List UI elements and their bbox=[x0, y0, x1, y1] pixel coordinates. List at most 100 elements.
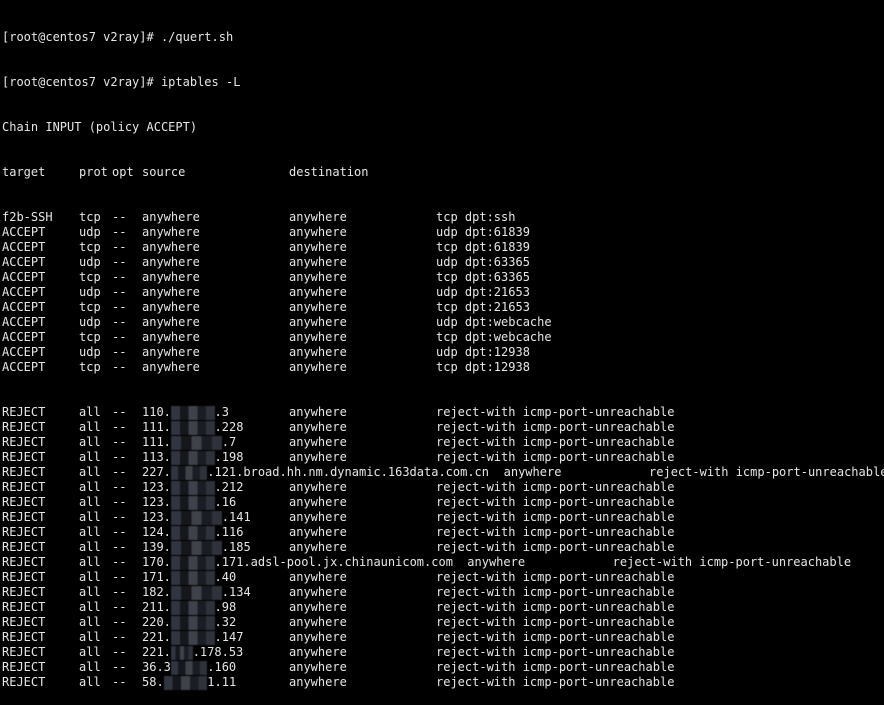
rule-destination: anywhere bbox=[289, 315, 347, 329]
rule-opt: -- bbox=[112, 405, 127, 419]
rule-row: REJECT all -- 220. .32 anywhere reject-with ic… bbox=[2, 615, 884, 630]
source-suffix: .185 bbox=[221, 540, 251, 554]
terminal-window[interactable]: [root@centos7 v2ray]# ./quert.sh [root@c… bbox=[2, 0, 884, 690]
reject-rules-list: REJECT all -- 110. .3 anywhere reject-with icm… bbox=[2, 405, 884, 690]
redacted-ip-mosaic bbox=[170, 466, 208, 480]
rule-extra: udp dpt:21653 bbox=[436, 285, 530, 299]
rule-prot: all bbox=[79, 630, 101, 644]
rule-target: ACCEPT bbox=[2, 360, 46, 374]
rule-source: 113. .198 bbox=[142, 450, 243, 465]
rule-opt: -- bbox=[112, 480, 127, 494]
rule-destination: anywhere bbox=[289, 405, 347, 419]
rule-row: ACCEPT udp -- anywhere anywhere udp dpt:21653 bbox=[2, 285, 884, 300]
rule-extra: reject-with icmp-port-unreachable bbox=[436, 525, 675, 539]
rule-source: anywhere bbox=[142, 285, 200, 299]
rule-prot: udp bbox=[79, 285, 101, 299]
rule-destination: anywhere bbox=[289, 540, 347, 554]
rule-source: anywhere bbox=[142, 315, 200, 329]
source-suffix: .3 bbox=[214, 405, 229, 419]
rule-prot: all bbox=[79, 495, 101, 509]
rule-target: REJECT bbox=[2, 585, 46, 599]
rule-extra: reject-with icmp-port-unreachable bbox=[436, 420, 675, 434]
rule-target: REJECT bbox=[2, 540, 46, 554]
rule-extra: reject-with icmp-port-unreachable bbox=[436, 480, 675, 494]
rule-row: REJECT all -- 123. .212 anywhere reject-with i… bbox=[2, 480, 884, 495]
redacted-ip-mosaic bbox=[163, 676, 208, 690]
rule-row: REJECT all -- 170. .171.adsl-pool.jx.chinaun… bbox=[2, 555, 884, 570]
rule-target: REJECT bbox=[2, 480, 46, 494]
column-header-row: target prot opt source destination bbox=[2, 165, 884, 180]
rule-row: ACCEPT udp -- anywhere anywhere udp dpt:61839 bbox=[2, 225, 884, 240]
rule-row: ACCEPT tcp -- anywhere anywhere tcp dpt:12938 bbox=[2, 360, 884, 375]
rule-target: REJECT bbox=[2, 660, 46, 674]
rule-destination: anywhere bbox=[289, 360, 347, 374]
rule-source: anywhere bbox=[142, 210, 200, 224]
command-text: iptables -L bbox=[160, 75, 241, 89]
rule-source: 139. .185 bbox=[142, 540, 251, 555]
rule-prot: tcp bbox=[79, 360, 101, 374]
rule-destination: anywhere bbox=[289, 225, 347, 239]
rule-opt: -- bbox=[112, 525, 127, 539]
rule-prot: all bbox=[79, 600, 101, 614]
column-header-destination: destination bbox=[289, 165, 369, 179]
rule-source: 182. .134 bbox=[142, 585, 251, 600]
rule-extra: reject-with icmp-port-unreachable bbox=[649, 465, 884, 479]
rule-target: ACCEPT bbox=[2, 240, 46, 254]
redacted-ip-mosaic bbox=[170, 481, 215, 495]
source-suffix: .134 bbox=[221, 585, 251, 599]
rule-prot: udp bbox=[79, 225, 101, 239]
rule-target: REJECT bbox=[2, 495, 46, 509]
source-prefix: 123. bbox=[142, 495, 171, 509]
rule-target: f2b-SSH bbox=[2, 210, 53, 224]
rule-destination: anywhere bbox=[289, 660, 347, 674]
rule-target: REJECT bbox=[2, 465, 46, 479]
source-prefix: 171. bbox=[142, 570, 171, 584]
rule-destination: anywhere bbox=[289, 615, 347, 629]
rule-extra: reject-with icmp-port-unreachable bbox=[436, 585, 675, 599]
source-prefix: 111. bbox=[142, 420, 171, 434]
redacted-ip-mosaic bbox=[170, 436, 222, 450]
source-suffix: .7 bbox=[221, 435, 237, 449]
rule-extra: reject-with icmp-port-unreachable bbox=[436, 495, 675, 509]
rule-destination: anywhere bbox=[289, 600, 347, 614]
rule-target: ACCEPT bbox=[2, 330, 46, 344]
source-suffix: .16 bbox=[214, 495, 237, 509]
rule-opt: -- bbox=[112, 465, 127, 479]
rule-source: 171. .40 bbox=[142, 570, 236, 585]
rule-destination: anywhere bbox=[289, 300, 347, 314]
rule-destination: anywhere bbox=[289, 270, 347, 284]
source-suffix: .40 bbox=[214, 570, 237, 584]
rule-extra: reject-with icmp-port-unreachable bbox=[436, 645, 675, 659]
rule-extra: tcp dpt:ssh bbox=[436, 210, 516, 224]
redacted-ip-mosaic bbox=[170, 526, 215, 540]
rule-row: ACCEPT udp -- anywhere anywhere udp dpt:webca… bbox=[2, 315, 884, 330]
source-suffix: .116 bbox=[214, 525, 244, 539]
rule-target: REJECT bbox=[2, 600, 46, 614]
rule-extra: udp dpt:63365 bbox=[436, 255, 530, 269]
column-header-source: source bbox=[142, 165, 186, 179]
rule-prot: all bbox=[79, 555, 101, 569]
rule-source: 58. 1.11 bbox=[142, 675, 236, 690]
rule-source: 110. .3 bbox=[142, 405, 229, 420]
redacted-ip-mosaic bbox=[170, 661, 208, 675]
rule-extra: reject-with icmp-port-unreachable bbox=[436, 675, 675, 689]
rule-row: REJECT all -- 227. .121.broad.hh.nm.dynamic.… bbox=[2, 465, 884, 480]
rule-opt: -- bbox=[112, 225, 127, 239]
rule-prot: tcp bbox=[79, 240, 101, 254]
rule-destination: anywhere bbox=[289, 435, 347, 449]
rule-opt: -- bbox=[112, 615, 127, 629]
rule-opt: -- bbox=[112, 540, 127, 554]
rule-destination: anywhere bbox=[289, 570, 347, 584]
rule-prot: tcp bbox=[79, 330, 101, 344]
rule-opt: -- bbox=[112, 630, 127, 644]
rule-extra: reject-with icmp-port-unreachable bbox=[436, 615, 675, 629]
rule-destination: anywhere bbox=[289, 630, 347, 644]
prompt-line: [root@centos7 v2ray]# ./quert.sh bbox=[2, 30, 884, 45]
rule-destination: anywhere bbox=[289, 450, 347, 464]
rule-target: REJECT bbox=[2, 555, 46, 569]
redacted-ip-mosaic bbox=[170, 496, 215, 510]
rule-opt: -- bbox=[112, 300, 127, 314]
rule-opt: -- bbox=[112, 570, 127, 584]
shell-prompt: [root@centos7 v2ray]# bbox=[2, 30, 161, 44]
rule-row: REJECT all -- 110. .3 anywhere reject-with icm… bbox=[2, 405, 884, 420]
